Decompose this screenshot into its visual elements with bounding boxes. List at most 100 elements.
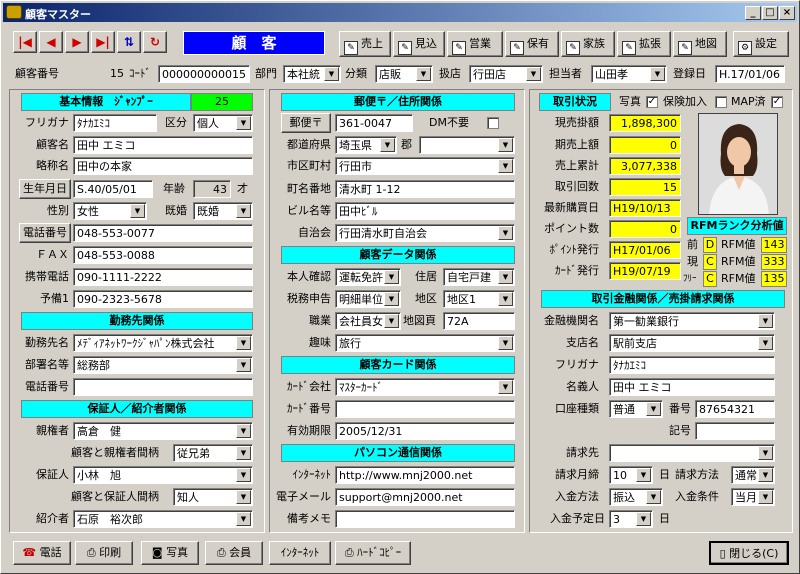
city-select[interactable]: 行田市 ▼ [335, 157, 515, 175]
card-expiry-field[interactable]: 2005/12/31 [335, 422, 515, 440]
first-record-button[interactable]: |◀ [13, 31, 37, 53]
web-field[interactable]: http://www.mnj2000.net [335, 466, 515, 484]
introducer-select[interactable]: 石原 裕次郎 ▼ [73, 510, 253, 528]
toolbar-prospect-button[interactable]: ✎ 見込 [393, 31, 445, 57]
kubun-select[interactable]: 個人 ▼ [193, 114, 253, 132]
last-record-button[interactable]: ▶| [91, 31, 115, 53]
building-field[interactable]: 田中ﾋﾞﾙ [335, 202, 515, 220]
card-number-field[interactable] [335, 400, 515, 418]
sign-field[interactable] [695, 422, 775, 440]
account-type-select[interactable]: 普通 ▼ [609, 400, 663, 418]
settings-button[interactable]: ⚙ 設定 [733, 31, 789, 57]
member-button[interactable]: ⎙ 会員 [205, 541, 263, 565]
maximize-button[interactable]: □ [762, 6, 778, 20]
section-select[interactable]: 総務部 ▼ [73, 356, 253, 374]
refresh-icon[interactable]: ↻ [143, 31, 167, 53]
due-day-select[interactable]: 3 ▼ [609, 510, 653, 528]
pref-select[interactable]: 埼玉県 ▼ [335, 136, 397, 154]
parent-select[interactable]: 高倉 健 ▼ [73, 422, 253, 440]
trade-count-label: 取引回数 [555, 180, 599, 193]
toolbar-extend-button[interactable]: ✎ 拡張 [617, 31, 671, 57]
guarantor-relation-select[interactable]: 知人 ▼ [173, 488, 253, 506]
pay-cond-select[interactable]: 当月 ▼ [731, 488, 775, 506]
photo-button[interactable]: ◙ 写真 [141, 541, 199, 565]
points-label: ポイント数 [544, 222, 599, 235]
married-select[interactable]: 既婚 ▼ [193, 202, 253, 220]
mobile-field[interactable]: 090-1111-2222 [73, 268, 253, 286]
tax-select[interactable]: 明細単位 ▼ [335, 290, 401, 308]
hardcopy-button[interactable]: ⎙ ﾊｰﾄﾞｺﾋﾟｰ [335, 541, 411, 565]
minimize-button[interactable]: _ [745, 6, 761, 20]
holder-field[interactable]: 田中 エミコ [609, 378, 775, 396]
toolbar-sales-button[interactable]: ✎ 売上 [339, 31, 391, 57]
account-no-field[interactable]: 87654321 [695, 400, 775, 418]
hobby-select[interactable]: 旅行 ▼ [335, 334, 515, 352]
short-name-field[interactable]: 田中の本家 [73, 157, 253, 175]
birth-date-button[interactable]: 生年月日 [19, 179, 71, 199]
company-select[interactable]: ﾒﾃﾞｨｱﾈｯﾄﾜｰｸｼﾞｬﾊﾟﾝ株式会社 ▼ [73, 334, 253, 352]
work-phone-field[interactable] [73, 378, 253, 396]
filter-icon[interactable]: ⇅ [117, 31, 141, 53]
mail-field[interactable]: support@mnj2000.net [335, 488, 515, 506]
toolbar-business-button[interactable]: ✎ 営業 [447, 31, 503, 57]
branch-select[interactable]: 駅前支店 ▼ [609, 334, 775, 352]
memo-field[interactable] [335, 510, 515, 528]
prev-record-button[interactable]: ◀ [39, 31, 63, 53]
bill-method-select[interactable]: 通常 ▼ [731, 466, 775, 484]
toolbar-family-button[interactable]: ✎ 家族 [561, 31, 615, 57]
customer-photo[interactable] [698, 113, 778, 215]
toolbar-map-button[interactable]: ✎ 地図 [673, 31, 727, 57]
assoc-select[interactable]: 行田清水町自治会 ▼ [335, 224, 515, 242]
phone-number-button[interactable]: 電話番号 [19, 223, 71, 243]
close-window-button[interactable]: × [779, 6, 795, 20]
next-record-button[interactable]: ▶ [65, 31, 89, 53]
staff-select[interactable]: 山田孝 ▼ [591, 65, 667, 83]
account-no-label: 番号 [669, 402, 691, 415]
zip-field[interactable]: 361-0047 [335, 114, 413, 132]
map-done-checkbox[interactable]: ✓ [771, 96, 783, 108]
phone-button[interactable]: ☎ 電話 [13, 541, 71, 565]
job-select[interactable]: 会社員女 ▼ [335, 312, 401, 330]
pay-method-select[interactable]: 振込 ▼ [609, 488, 663, 506]
chevron-down-icon: ▼ [384, 314, 399, 328]
dm-checkbox[interactable] [487, 117, 499, 129]
married-label: 既婚 [165, 204, 187, 217]
gun-select[interactable]: ▼ [419, 136, 515, 154]
phone-field[interactable]: 048-553-0077 [73, 224, 253, 242]
area-select[interactable]: 地区1 ▼ [443, 290, 515, 308]
birth-date-field[interactable]: S.40/05/01 [73, 180, 153, 198]
reg-date-field[interactable]: H.17/01/06 [715, 65, 785, 83]
print-button[interactable]: ⎙ 印刷 [75, 541, 133, 565]
internet-button[interactable]: ｲﾝﾀｰﾈｯﾄ [269, 541, 331, 565]
name-field[interactable]: 田中 エミコ [73, 136, 253, 154]
store-select[interactable]: 行田店 ▼ [469, 65, 543, 83]
chevron-down-icon: ▼ [498, 138, 513, 152]
street-field[interactable]: 清水町 1-12 [335, 180, 515, 198]
toolbar-holding-button[interactable]: ✎ 保有 [505, 31, 559, 57]
house-select[interactable]: 自宅戸建 ▼ [443, 268, 515, 286]
photo-checkbox[interactable]: ✓ [646, 96, 658, 108]
id-check-select[interactable]: 運転免許 ▼ [335, 268, 401, 286]
fax-field[interactable]: 048-553-0088 [73, 246, 253, 264]
work-phone-label: 電話番号 [25, 380, 69, 393]
guarantor-select[interactable]: 小林 旭 ▼ [73, 466, 253, 484]
insurance-checkbox[interactable] [715, 96, 727, 108]
hobby-label: 趣味 [309, 336, 331, 349]
sex-select[interactable]: 女性 ▼ [73, 202, 147, 220]
last-purchase-value: H19/10/13 [609, 199, 681, 217]
parent-relation-select[interactable]: 従兄弟 ▼ [173, 444, 253, 462]
dept-select[interactable]: 本社統 ▼ [283, 65, 341, 83]
bank-name-select[interactable]: 第一勧業銀行 ▼ [609, 312, 775, 330]
close-button[interactable]: ▯ 閉じる(C) [709, 541, 789, 565]
spare-field[interactable]: 090-2323-5678 [73, 290, 253, 308]
furigana-field[interactable]: ﾀﾅｶｴﾐｺ [73, 114, 157, 132]
map-page-field[interactable]: 72A [443, 312, 515, 330]
building-label: ビル名等 [287, 204, 331, 217]
code-field[interactable]: 000000000015 [158, 65, 250, 83]
zip-button[interactable]: 郵便〒 [281, 113, 331, 133]
category-select[interactable]: 店販 ▼ [375, 65, 433, 83]
billto-select[interactable]: ▼ [609, 444, 775, 462]
bank-furigana-field[interactable]: ﾀﾅｶｴﾐｺ [609, 356, 775, 374]
card-company-select[interactable]: ﾏｽﾀｰｶｰﾄﾞ ▼ [335, 378, 515, 396]
close-day-select[interactable]: 10 ▼ [609, 466, 653, 484]
